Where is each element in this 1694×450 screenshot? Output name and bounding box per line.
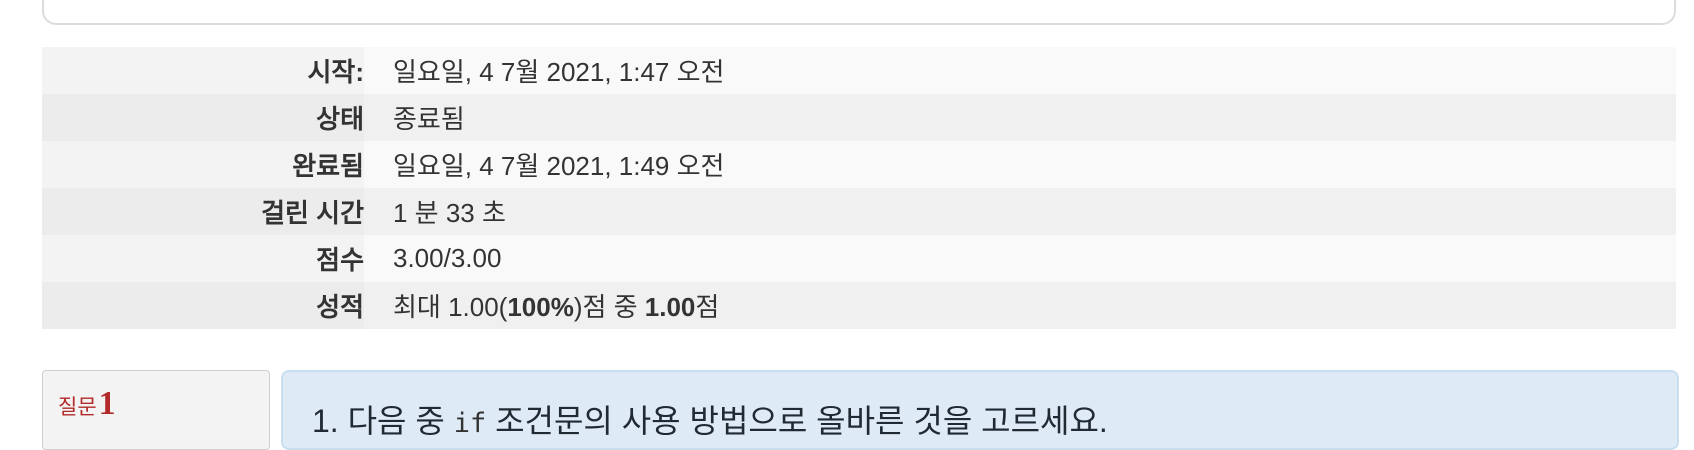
grade-value: 1.00 (644, 292, 696, 322)
summary-value: 일요일, 4 7월 2021, 1:47 오전 (364, 47, 1676, 94)
question-word: 질문 (58, 396, 97, 419)
question-number-label: 질문1 (58, 385, 116, 423)
question-number: 1 (98, 385, 116, 422)
attempt-summary-table: 시작: 일요일, 4 7월 2021, 1:47 오전 상태 종료됨 완료됨 일… (42, 47, 1676, 329)
summary-row-completed: 완료됨 일요일, 4 7월 2021, 1:49 오전 (42, 141, 1676, 188)
summary-row-state: 상태 종료됨 (42, 94, 1676, 141)
summary-label: 상태 (42, 94, 364, 141)
grade-prefix: 최대 1.00( (393, 292, 508, 322)
summary-value: 종료됨 (364, 94, 1676, 141)
question-text-before: 1. 다음 중 (312, 403, 454, 439)
summary-row-marks: 점수 3.00/3.00 (42, 235, 1676, 282)
question-code: if (453, 408, 487, 439)
grade-percent: 100% (507, 292, 574, 322)
summary-label: 성적 (42, 282, 364, 329)
summary-label: 걸린 시간 (42, 188, 364, 235)
summary-label: 완료됨 (42, 141, 364, 188)
summary-row-started: 시작: 일요일, 4 7월 2021, 1:47 오전 (42, 47, 1676, 94)
summary-value: 일요일, 4 7월 2021, 1:49 오전 (364, 141, 1676, 188)
previous-content-box (42, 0, 1676, 25)
grade-suffix: 점 (695, 292, 720, 322)
summary-row-time-taken: 걸린 시간 1 분 33 초 (42, 188, 1676, 235)
summary-value: 1 분 33 초 (364, 188, 1676, 235)
summary-label: 점수 (42, 235, 364, 282)
summary-value: 최대 1.00(100%)점 중 1.00점 (364, 282, 1676, 329)
question-info-box: 질문1 (42, 370, 270, 450)
summary-label: 시작: (42, 47, 364, 94)
summary-value: 3.00/3.00 (364, 235, 1676, 282)
question-text: 1. 다음 중 if 조건문의 사용 방법으로 올바른 것을 고르세요. (312, 396, 1108, 442)
grade-mid: )점 중 (573, 292, 645, 322)
summary-row-grade: 성적 최대 1.00(100%)점 중 1.00점 (42, 282, 1676, 329)
question-text-box: 1. 다음 중 if 조건문의 사용 방법으로 올바른 것을 고르세요. (281, 370, 1679, 450)
question-text-after: 조건문의 사용 방법으로 올바른 것을 고르세요. (486, 403, 1108, 439)
